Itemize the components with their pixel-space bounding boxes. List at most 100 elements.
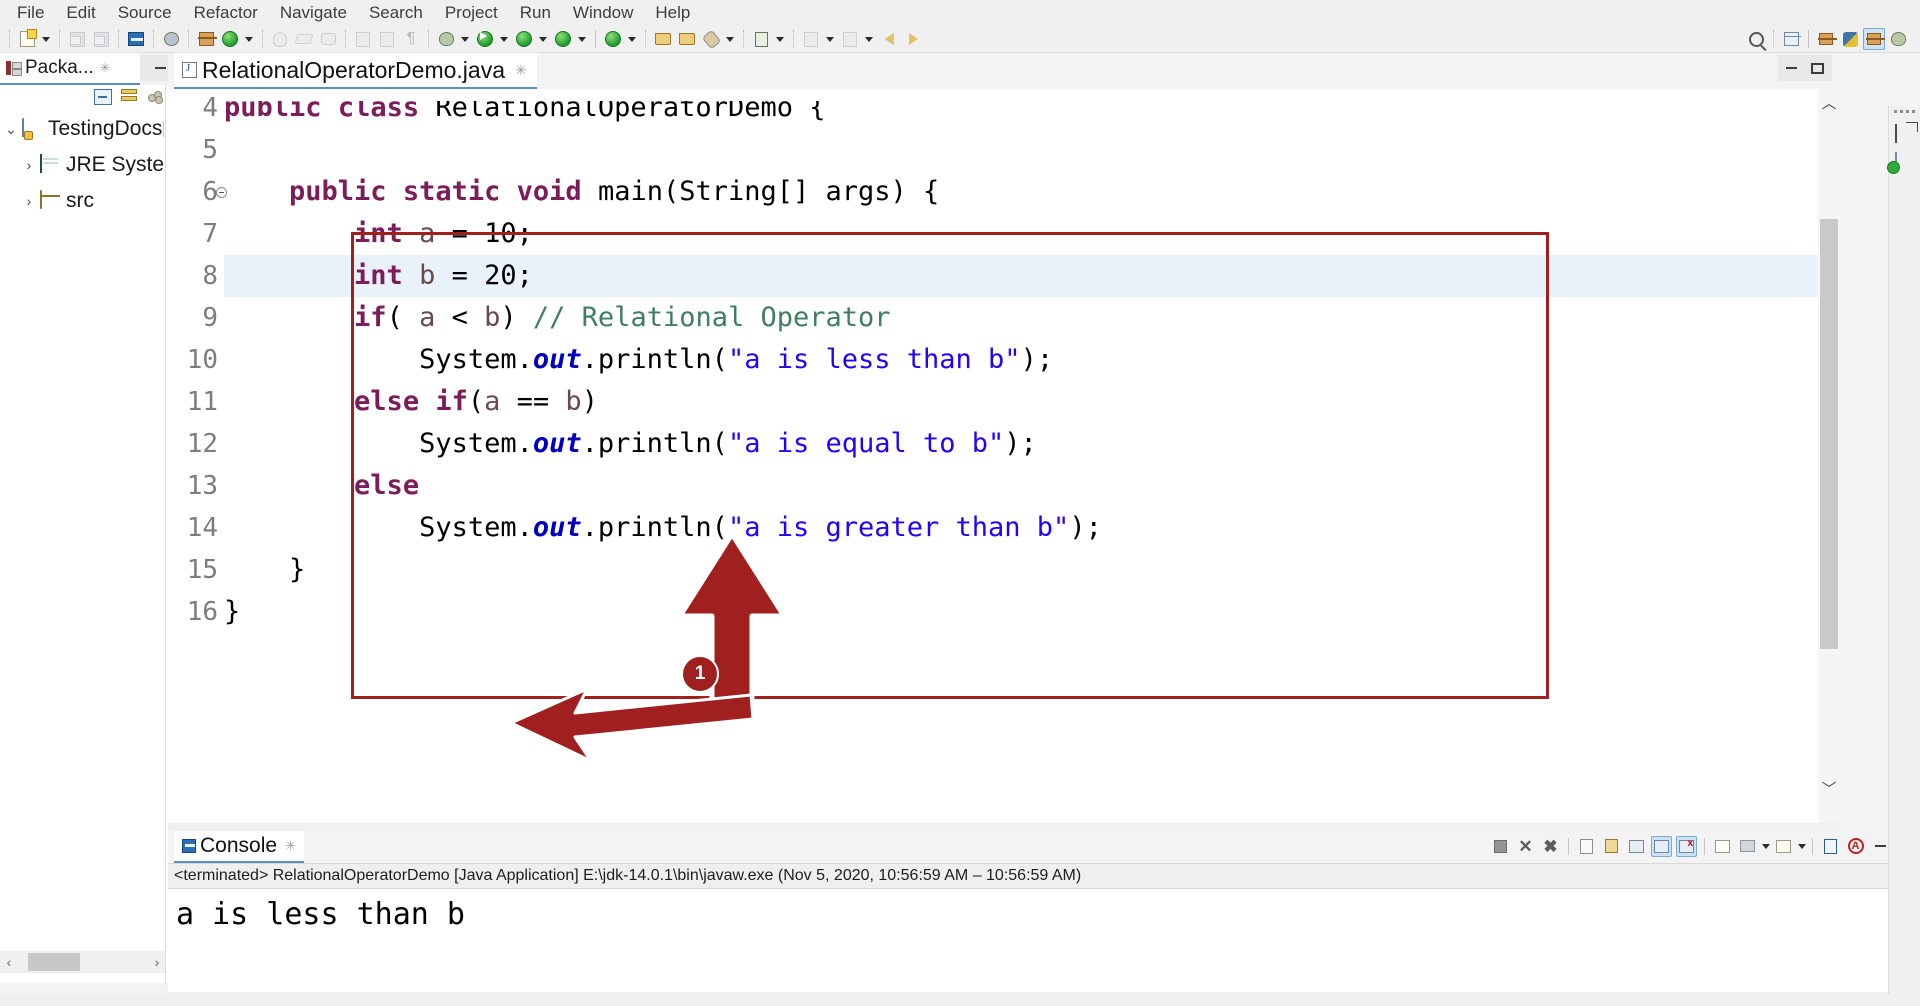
- package-explorer-horizontal-scrollbar[interactable]: ‹ ›: [0, 951, 166, 973]
- code-line[interactable]: public static void main(String[] args) {: [224, 171, 939, 213]
- perspective-pydev-icon[interactable]: [1839, 28, 1861, 50]
- menu-run[interactable]: Run: [509, 1, 562, 25]
- code-line[interactable]: int a = 10;: [224, 213, 533, 255]
- menu-search[interactable]: Search: [358, 1, 434, 25]
- menu-file[interactable]: File: [6, 1, 55, 25]
- perspective-java-browsing-icon[interactable]: [1815, 28, 1837, 50]
- external-tools-dropdown-arrow[interactable]: [575, 28, 588, 50]
- menu-help[interactable]: Help: [644, 1, 701, 25]
- code-line[interactable]: }: [224, 549, 305, 591]
- console-output[interactable]: a is less than b: [168, 889, 1920, 994]
- coverage-icon[interactable]: [513, 28, 535, 50]
- menu-source[interactable]: Source: [107, 1, 183, 25]
- new-junit-test-icon[interactable]: [750, 28, 772, 50]
- new-wizard-icon[interactable]: [16, 28, 38, 50]
- menu-project[interactable]: Project: [434, 1, 509, 25]
- scroll-thumb[interactable]: [1820, 219, 1838, 649]
- new-console-view-icon[interactable]: [1773, 836, 1794, 857]
- collapse-all-icon[interactable]: [94, 89, 112, 105]
- close-icon[interactable]: ✳: [515, 62, 527, 79]
- open-task-icon[interactable]: [376, 28, 398, 50]
- scroll-down-icon[interactable]: ﹀: [1818, 775, 1840, 801]
- debug-icon[interactable]: [435, 28, 457, 50]
- tab-relationaloperatordemo-java[interactable]: RelationalOperatorDemo.java ✳: [174, 53, 537, 89]
- code-line[interactable]: System.out.println("a is less than b");: [224, 339, 1053, 381]
- open-type-icon[interactable]: [269, 28, 291, 50]
- toggle-mark-occurrences-icon[interactable]: [160, 28, 182, 50]
- restore-console-view-icon[interactable]: [1894, 152, 1915, 171]
- scroll-lock-icon[interactable]: [1601, 836, 1622, 857]
- menu-edit[interactable]: Edit: [55, 1, 106, 25]
- new-java-class-icon[interactable]: [219, 28, 241, 50]
- debug-dropdown-arrow[interactable]: [458, 28, 471, 50]
- chevron-right-icon[interactable]: ›: [18, 157, 40, 173]
- new-java-package-icon[interactable]: [195, 28, 217, 50]
- previous-annotation-icon[interactable]: [800, 28, 822, 50]
- scroll-up-icon[interactable]: ︿: [1818, 89, 1840, 115]
- scroll-thumb[interactable]: [28, 953, 80, 971]
- close-icon[interactable]: ✳: [285, 838, 296, 854]
- forward-icon[interactable]: [902, 28, 924, 50]
- external-tools-icon[interactable]: [552, 28, 574, 50]
- tab-console[interactable]: Console ✳: [174, 831, 304, 863]
- display-selected-console-icon[interactable]: [1737, 836, 1758, 857]
- tab-package-explorer[interactable]: Packa... ✳: [0, 53, 140, 85]
- perspective-debug-icon[interactable]: [1887, 28, 1909, 50]
- view-menu-layout-icon[interactable]: [148, 90, 165, 104]
- menu-window[interactable]: Window: [562, 1, 644, 25]
- word-wrap-icon[interactable]: [1626, 836, 1647, 857]
- open-folder-icon[interactable]: [652, 28, 674, 50]
- search-references-icon[interactable]: [352, 28, 374, 50]
- remove-all-terminated-icon[interactable]: ✖: [1540, 836, 1561, 857]
- skip-breakpoints-dropdown-arrow[interactable]: [625, 28, 638, 50]
- pin-console-icon[interactable]: [1820, 836, 1841, 857]
- drag-handle-icon[interactable]: [1894, 110, 1915, 113]
- new-dropdown-arrow[interactable]: [39, 28, 52, 50]
- code-text[interactable]: public class RelationalOperatorDemo { pu…: [224, 89, 1840, 843]
- chevron-down-icon[interactable]: ⌄: [0, 121, 22, 138]
- show-console-on-standard-out-icon[interactable]: [1651, 835, 1672, 857]
- scroll-right-icon[interactable]: ›: [148, 954, 166, 970]
- macro-dropdown-arrow[interactable]: [723, 28, 736, 50]
- record-macro-icon[interactable]: [700, 28, 722, 50]
- open-perspective-icon[interactable]: [1780, 28, 1802, 50]
- assertion-icon[interactable]: A: [1845, 836, 1866, 857]
- minimize-icon[interactable]: [155, 67, 166, 69]
- run-dropdown-arrow[interactable]: [497, 28, 510, 50]
- code-line[interactable]: if( a < b) // Relational Operator: [224, 297, 890, 339]
- minimize-icon[interactable]: [1786, 67, 1797, 69]
- build-project-icon[interactable]: [317, 28, 339, 50]
- next-annotation-icon[interactable]: [839, 28, 861, 50]
- editor-vertical-scrollbar[interactable]: ︿ ﹀: [1818, 89, 1840, 829]
- code-line[interactable]: System.out.println("a is equal to b");: [224, 423, 1037, 465]
- new-console-dropdown-arrow[interactable]: [1796, 836, 1807, 857]
- code-line[interactable]: else if(a == b): [224, 381, 598, 423]
- show-console-on-standard-error-icon[interactable]: [1676, 835, 1697, 857]
- chevron-right-icon[interactable]: ›: [18, 193, 40, 209]
- quick-fix-icon[interactable]: [293, 28, 315, 50]
- scroll-track[interactable]: [18, 951, 148, 973]
- perspective-java-icon[interactable]: [1863, 28, 1885, 50]
- maximize-icon[interactable]: [1811, 62, 1824, 74]
- run-icon[interactable]: [474, 28, 496, 50]
- new-java-dropdown-arrow[interactable]: [242, 28, 255, 50]
- code-line[interactable]: public class RelationalOperatorDemo {: [224, 101, 825, 129]
- code-line[interactable]: else: [224, 465, 419, 507]
- panel-divider[interactable]: [165, 85, 166, 985]
- remove-launch-icon[interactable]: ✕: [1515, 836, 1536, 857]
- menu-navigate[interactable]: Navigate: [269, 1, 358, 25]
- next-annotation-dropdown-arrow[interactable]: [862, 28, 875, 50]
- restore-perspective-icon[interactable]: [1894, 124, 1915, 143]
- close-icon[interactable]: ✳: [100, 60, 111, 76]
- menu-refactor[interactable]: Refactor: [183, 1, 269, 25]
- terminate-icon[interactable]: [1490, 836, 1511, 857]
- code-line[interactable]: int b = 20;: [224, 255, 533, 297]
- coverage-dropdown-arrow[interactable]: [536, 28, 549, 50]
- previous-annotation-dropdown-arrow[interactable]: [823, 28, 836, 50]
- new-folder-icon[interactable]: [676, 28, 698, 50]
- code-line[interactable]: }: [224, 591, 240, 633]
- back-icon[interactable]: [878, 28, 900, 50]
- scroll-left-icon[interactable]: ‹: [0, 954, 18, 970]
- save-icon[interactable]: [66, 28, 88, 50]
- junit-dropdown-arrow[interactable]: [773, 28, 786, 50]
